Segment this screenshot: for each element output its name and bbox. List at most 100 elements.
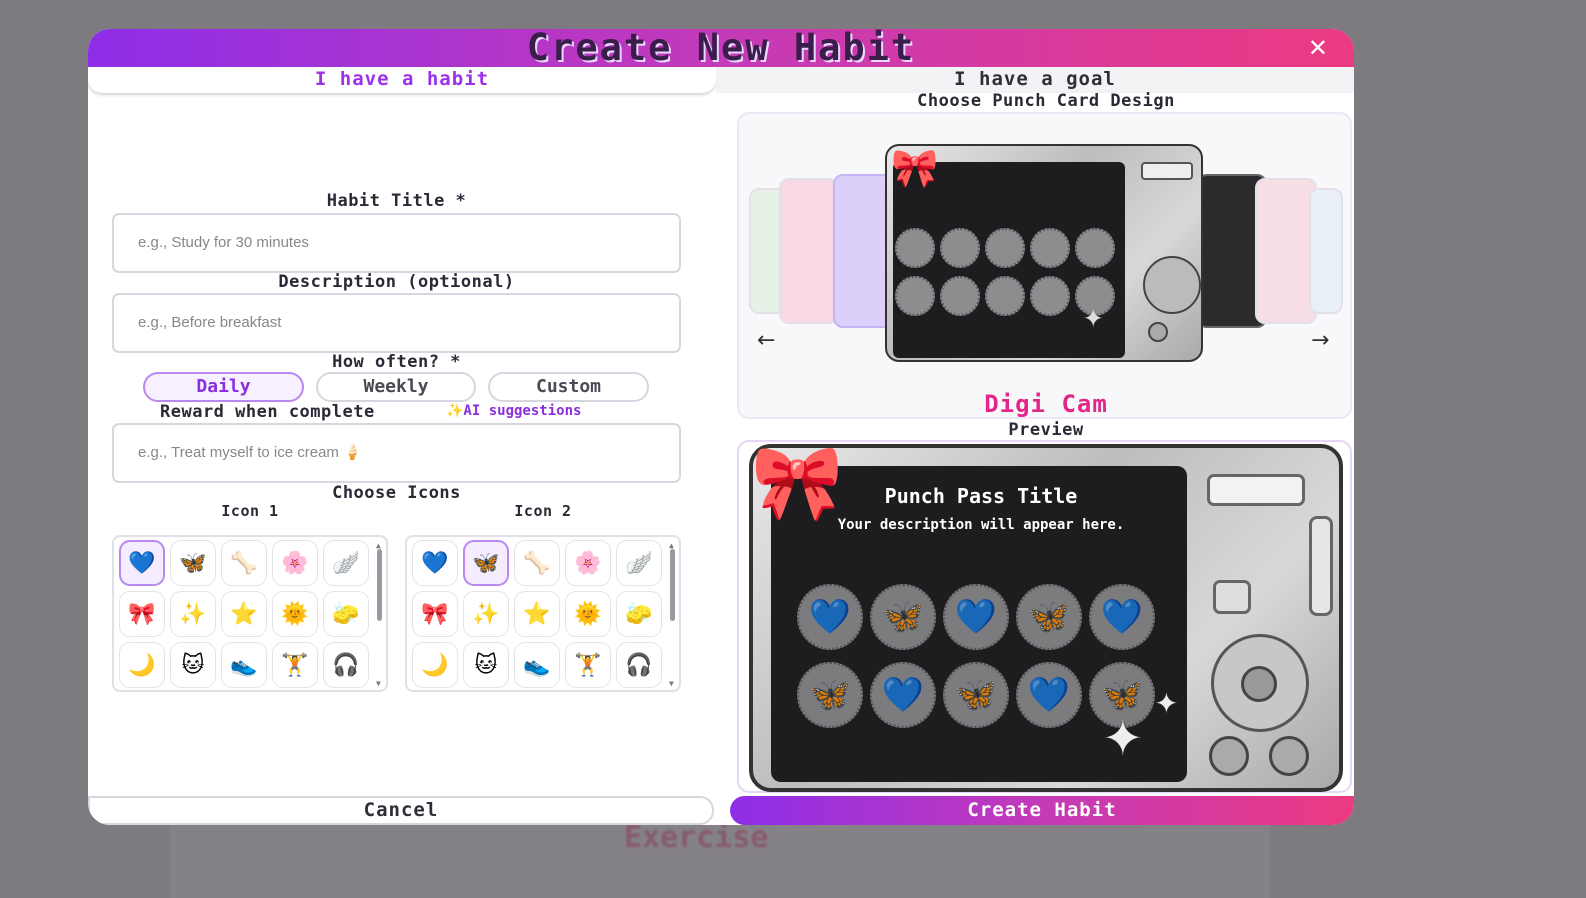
icon-option[interactable]: ✨ [170,591,216,637]
punch-slot [1030,276,1070,316]
scroll-down-icon[interactable]: ▼ [376,679,381,688]
carousel-next-arrow[interactable]: → [1311,328,1329,353]
design-label: Choose Punch Card Design [917,91,1175,111]
icon-option[interactable]: 🦋 [463,540,509,586]
background-habit-title: Exercise [624,820,769,855]
icon1-picker: 💙 🦋 🦴 🌸 🪽 🎀 ✨ ⭐ 🌞 🧽 🌙 🐱 👟 🏋 🎧 ▲ ▼ [112,535,388,692]
create-habit-button[interactable]: Create Habit [730,796,1354,825]
close-icon[interactable]: ✕ [1308,35,1328,61]
carousel-prev-arrow[interactable]: ← [757,328,775,353]
punch-slot: 💙 [1089,584,1155,650]
selected-design-card[interactable]: 🎀 ✦ [885,144,1203,362]
icon-option[interactable]: 🧽 [616,591,662,637]
choose-icons-label: Choose Icons [332,483,461,503]
preview-card-title: Punch Pass Title [884,484,1078,508]
dial-control [1143,256,1201,314]
frequency-custom-button[interactable]: Custom [488,372,649,402]
icon-option[interactable]: ⭐ [221,591,267,637]
icon-option[interactable]: 🐱 [170,642,216,688]
icon1-grid: 💙 🦋 🦴 🌸 🪽 🎀 ✨ ⭐ 🌞 🧽 🌙 🐱 👟 🏋 🎧 [119,540,369,688]
punch-slot: 🦋 [870,584,936,650]
icon-option[interactable]: 🦴 [221,540,267,586]
bow-icon: 🎀 [891,146,939,190]
sparkle-icon: ✦ [1083,296,1104,336]
icon-option[interactable]: 🦴 [514,540,560,586]
punch-slot: 🦋 [797,662,863,728]
icon-option[interactable]: 🌙 [119,642,165,688]
punch-slot [940,228,980,268]
design-option-card[interactable] [1309,188,1343,314]
menu-button [1148,322,1168,342]
ai-suggestions-link[interactable]: ✨AI suggestions [446,402,581,420]
frequency-weekly-button[interactable]: Weekly [316,372,476,402]
icon-option[interactable]: 🌸 [272,540,318,586]
icon-option[interactable]: 🌸 [565,540,611,586]
icon2-label: Icon 2 [514,502,572,520]
sparkle-icon: ✦ [1103,694,1143,771]
icon2-scrollbar[interactable]: ▲ ▼ [669,541,676,688]
punch-slot: 💙 [797,584,863,650]
punch-slot [895,228,935,268]
icon-option[interactable]: 🧽 [323,591,369,637]
punch-slot: 💙 [870,662,936,728]
sparkle-icon: ✦ [1155,678,1178,722]
icon2-grid: 💙 🦋 🦴 🌸 🪽 🎀 ✨ ⭐ 🌞 🧽 🌙 🐱 👟 🏋 🎧 [412,540,662,688]
design-name: Digi Cam [984,390,1108,418]
reward-label: Reward when complete [160,402,375,422]
frequency-daily-button[interactable]: Daily [143,372,304,402]
scroll-down-icon[interactable]: ▼ [669,679,674,688]
cancel-button[interactable]: Cancel [88,796,714,825]
design-option-card[interactable] [833,174,893,328]
bow-icon: 🎀 [751,440,844,526]
preview-card: Punch Pass Title Your description will a… [749,440,1343,792]
tab-goal[interactable]: I have a goal [716,67,1354,93]
icon-option[interactable]: 💙 [412,540,458,586]
icon-option[interactable]: 🪽 [616,540,662,586]
icon-option[interactable]: 🪽 [323,540,369,586]
icon-option[interactable]: 👟 [221,642,267,688]
scroll-thumb[interactable] [377,549,382,621]
icon-option[interactable]: 🎧 [616,642,662,688]
icon-option[interactable]: 👟 [514,642,560,688]
delete-button [1269,736,1309,776]
punch-slot: 💙 [943,584,1009,650]
punch-slot [895,276,935,316]
modal-header: Create New Habit ✕ [88,29,1354,67]
icon-option[interactable]: 🎀 [119,591,165,637]
icon-option[interactable]: ✨ [463,591,509,637]
icon-option[interactable]: 🎀 [412,591,458,637]
punch-slot [1075,228,1115,268]
icon-option[interactable]: 🌙 [412,642,458,688]
punch-slot [940,276,980,316]
punch-slot [985,276,1025,316]
description-label: Description (optional) [278,272,515,292]
icon-option[interactable]: 🐱 [463,642,509,688]
scroll-thumb[interactable] [670,549,675,621]
design-option-card[interactable] [779,178,839,324]
icon-option[interactable]: 🌞 [272,591,318,637]
modal-title: Create New Habit [526,29,916,69]
habit-title-label: Habit Title * [326,191,467,211]
habit-title-input[interactable]: e.g., Study for 30 minutes [112,213,681,273]
icon1-scrollbar[interactable]: ▲ ▼ [376,541,383,688]
reward-input[interactable]: e.g., Treat myself to ice cream 🍦 [112,423,681,483]
side-grip [1309,516,1333,616]
icon-option[interactable]: ⭐ [514,591,560,637]
icon-option[interactable]: 🦋 [170,540,216,586]
description-input[interactable]: e.g., Before breakfast [112,293,681,353]
frequency-label: How often? * [332,352,461,372]
tab-habit[interactable]: I have a habit [88,67,716,93]
mode-tabs: I have a habit I have a goal [88,67,1354,93]
zoom-button [1141,162,1193,180]
menu-button [1209,736,1249,776]
icon-option[interactable]: 💙 [119,540,165,586]
punch-slot [1030,228,1070,268]
icon-option[interactable]: 🎧 [323,642,369,688]
icon-option[interactable]: 🌞 [565,591,611,637]
punch-slot: 🦋 [943,662,1009,728]
icon-option[interactable]: 🏋 [565,642,611,688]
icon-option[interactable]: 🏋 [272,642,318,688]
design-option-card[interactable] [1255,178,1317,324]
dial-center-button [1241,666,1277,702]
preview-card-description: Your description will appear here. [837,517,1125,533]
